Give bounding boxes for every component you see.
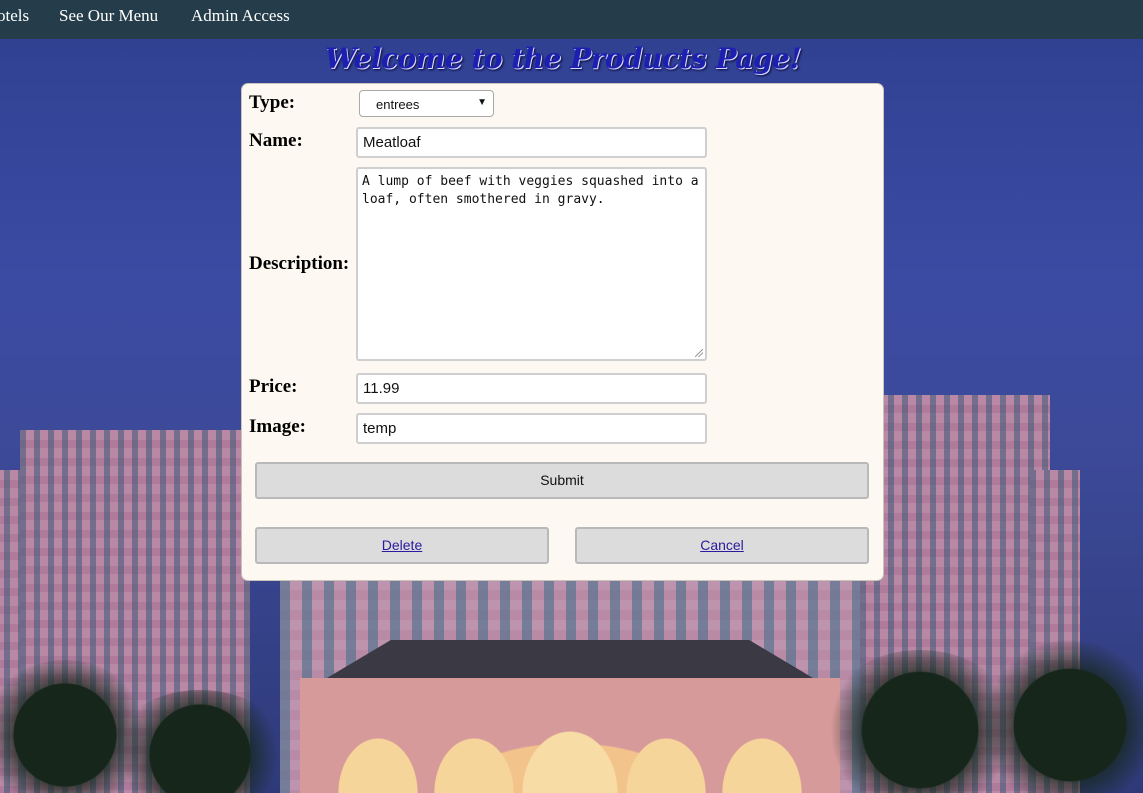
delete-button[interactable]: Delete	[255, 527, 549, 564]
price-input[interactable]: 11.99	[356, 373, 707, 404]
nav-link-admin[interactable]: Admin Access	[191, 6, 290, 26]
type-label: Type:	[249, 92, 296, 113]
resize-grip-icon[interactable]	[695, 349, 703, 357]
nav-link-menu[interactable]: See Our Menu	[59, 6, 158, 26]
image-input[interactable]: temp	[356, 413, 707, 444]
nav-link-hotels[interactable]: otels	[0, 6, 29, 26]
page-title: Welcome to the Products Page!	[324, 42, 802, 75]
cancel-button[interactable]: Cancel	[575, 527, 869, 564]
dropdown-arrow-icon: ▼	[477, 97, 487, 108]
type-select-value: entrees	[376, 97, 420, 112]
submit-button[interactable]: Submit	[255, 462, 869, 499]
description-label: Description:	[249, 253, 350, 274]
cancel-link[interactable]: Cancel	[700, 537, 744, 553]
name-label: Name:	[249, 130, 303, 151]
type-select[interactable]: entrees ▼	[359, 90, 494, 117]
image-label: Image:	[249, 416, 306, 437]
description-text: A lump of beef with veggies squashed int…	[362, 174, 699, 207]
delete-link[interactable]: Delete	[382, 537, 422, 553]
product-form: Type: entrees ▼ Name: Meatloaf Descripti…	[241, 83, 884, 581]
description-textarea[interactable]: A lump of beef with veggies squashed int…	[356, 167, 707, 361]
price-label: Price:	[249, 376, 298, 397]
top-navbar: otels See Our Menu Admin Access	[0, 0, 1143, 39]
name-input[interactable]: Meatloaf	[356, 127, 707, 158]
background-arches	[330, 710, 810, 793]
